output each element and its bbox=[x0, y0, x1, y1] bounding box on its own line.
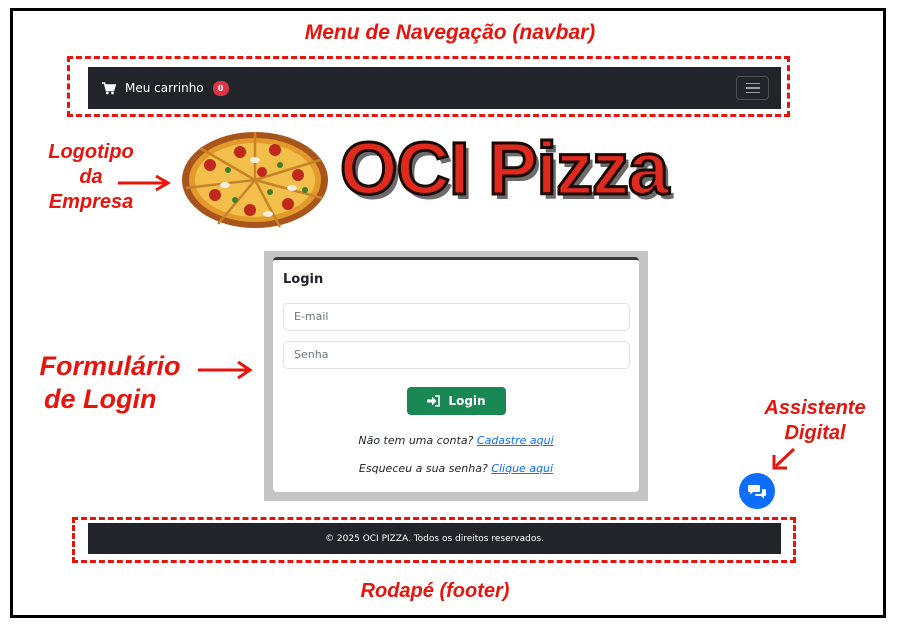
form-annotation: Formulário de Login bbox=[30, 350, 190, 416]
cart-count-badge: 0 bbox=[212, 80, 229, 96]
assistant-annotation-line-1: Assistente bbox=[764, 397, 866, 419]
footer-annotation: Rodapé (footer) bbox=[360, 580, 510, 602]
form-arrow-icon bbox=[198, 360, 253, 380]
login-form-container: Login E-mail Senha Login Não tem uma con… bbox=[264, 251, 648, 501]
sign-in-icon bbox=[427, 395, 441, 407]
cart-icon bbox=[102, 81, 116, 94]
login-button[interactable]: Login bbox=[407, 387, 506, 415]
cart-link[interactable]: Meu carrinho 0 bbox=[102, 80, 229, 96]
hamburger-icon bbox=[745, 82, 760, 85]
navbar-toggler-button[interactable] bbox=[736, 76, 769, 100]
logo-arrow-icon bbox=[118, 174, 171, 192]
signup-link[interactable]: Cadastre aqui bbox=[477, 434, 554, 447]
signup-text: Não tem uma conta? bbox=[358, 434, 474, 447]
chat-assistant-button[interactable] bbox=[739, 473, 775, 509]
navbar: Meu carrinho 0 bbox=[88, 67, 781, 109]
navbar-annotation: Menu de Navegação (navbar) bbox=[304, 21, 596, 44]
forgot-password-link[interactable]: Clique aqui bbox=[491, 462, 553, 475]
footer: © 2025 OCI PIZZA. Todos os direitos rese… bbox=[88, 523, 781, 554]
forgot-password-line: Esqueceu a sua senha? Clique aqui bbox=[273, 462, 639, 475]
assistant-annotation: Assistente Digital bbox=[758, 396, 872, 446]
form-annotation-line-1: Formulário bbox=[39, 351, 181, 381]
hamburger-icon-line bbox=[745, 91, 760, 94]
cart-label: Meu carrinho bbox=[125, 81, 204, 95]
hamburger-icon-line bbox=[745, 87, 760, 89]
assistant-arrow-icon bbox=[772, 447, 796, 470]
login-button-label: Login bbox=[448, 394, 486, 408]
logo-text: OCI Pizza bbox=[338, 127, 670, 210]
footer-copyright: © 2025 OCI PIZZA. Todos os direitos rese… bbox=[325, 533, 544, 544]
form-annotation-line-2: de Login bbox=[44, 383, 157, 414]
assistant-annotation-line-2: Digital bbox=[784, 422, 846, 444]
signup-line: Não tem uma conta? Cadastre aqui bbox=[273, 434, 639, 447]
logo-annotation-line-3: Empresa bbox=[48, 191, 134, 213]
pizza-image bbox=[182, 132, 328, 228]
chat-icon bbox=[748, 484, 766, 498]
forgot-password-text: Esqueceu a sua senha? bbox=[358, 462, 488, 475]
logo-annotation-line-1: Logotipo bbox=[48, 141, 134, 163]
email-field[interactable]: E-mail bbox=[283, 303, 630, 331]
login-title: Login bbox=[283, 272, 324, 287]
password-field[interactable]: Senha bbox=[283, 341, 630, 369]
login-card: Login E-mail Senha Login Não tem uma con… bbox=[273, 257, 639, 492]
